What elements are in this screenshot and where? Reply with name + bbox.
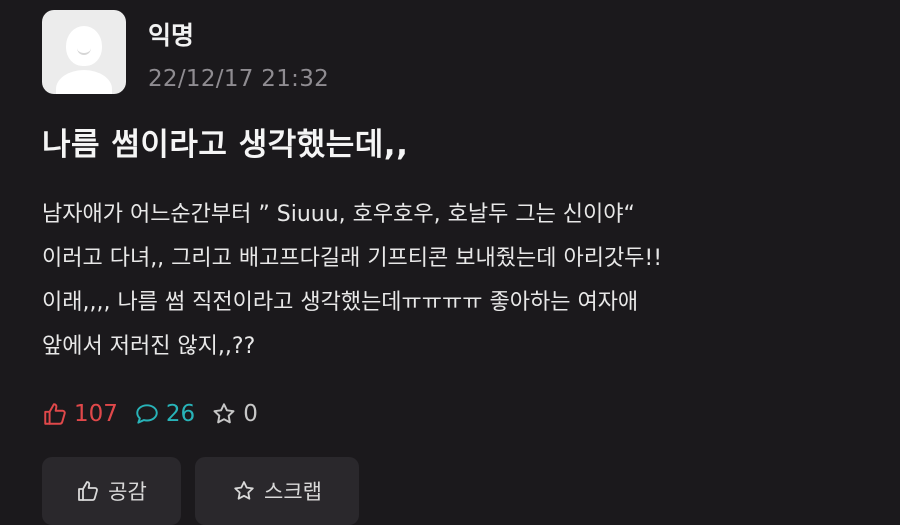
like-count-value: 107 xyxy=(74,401,118,427)
post-page: 익명 22/12/17 21:32 나름 썸이라고 생각했는데,, 남자애가 어… xyxy=(0,0,900,525)
avatar[interactable] xyxy=(42,10,126,94)
post-body-line: 남자애가 어느순간부터 ” Siuuu, 호우호우, 호날두 그는 신이야“ xyxy=(42,202,635,227)
comment-count: 26 xyxy=(134,401,195,427)
scrap-button-label: 스크랩 xyxy=(264,480,322,504)
post-body-line: 앞에서 저러진 않지,,?? xyxy=(42,334,256,359)
post-title: 나름 썸이라고 생각했는데,, xyxy=(42,127,409,163)
anonymous-user-icon xyxy=(66,26,102,66)
like-button[interactable]: 공감 xyxy=(42,457,181,525)
star-icon xyxy=(213,403,235,424)
scrap-count: 0 xyxy=(211,401,258,427)
post-body-line: 이래,,,, 나름 썸 직전이라고 생각했는데ㅠㅠㅠㅠ 좋아하는 여자애 xyxy=(42,290,639,315)
star-icon xyxy=(234,481,254,500)
post-timestamp: 22/12/17 21:32 xyxy=(148,66,330,92)
author-header: 익명 22/12/17 21:32 xyxy=(42,10,329,94)
anonymous-user-icon-body xyxy=(56,70,112,94)
thumbs-up-icon xyxy=(44,403,66,425)
post-body-line: 이러고 다녀,, 그리고 배고프다길래 기프티콘 보내줬는데 아리갓두!! xyxy=(42,246,663,271)
like-count: 107 xyxy=(42,401,118,427)
post-stats: 107 26 0 xyxy=(42,401,274,427)
speech-bubble-icon xyxy=(136,404,158,424)
scrap-count-value: 0 xyxy=(243,401,258,427)
like-button-label: 공감 xyxy=(108,480,147,504)
thumbs-up-icon xyxy=(78,481,99,501)
author-name[interactable]: 익명 xyxy=(148,16,329,52)
scrap-button[interactable]: 스크랩 xyxy=(195,457,359,525)
comment-count-value: 26 xyxy=(165,401,196,427)
author-meta: 익명 22/12/17 21:32 xyxy=(148,10,329,92)
post-body: 남자애가 어느순간부터 ” Siuuu, 호우호우, 호날두 그는 신이야“ 이… xyxy=(42,193,872,369)
post-actions: 공감 스크랩 xyxy=(42,457,373,525)
